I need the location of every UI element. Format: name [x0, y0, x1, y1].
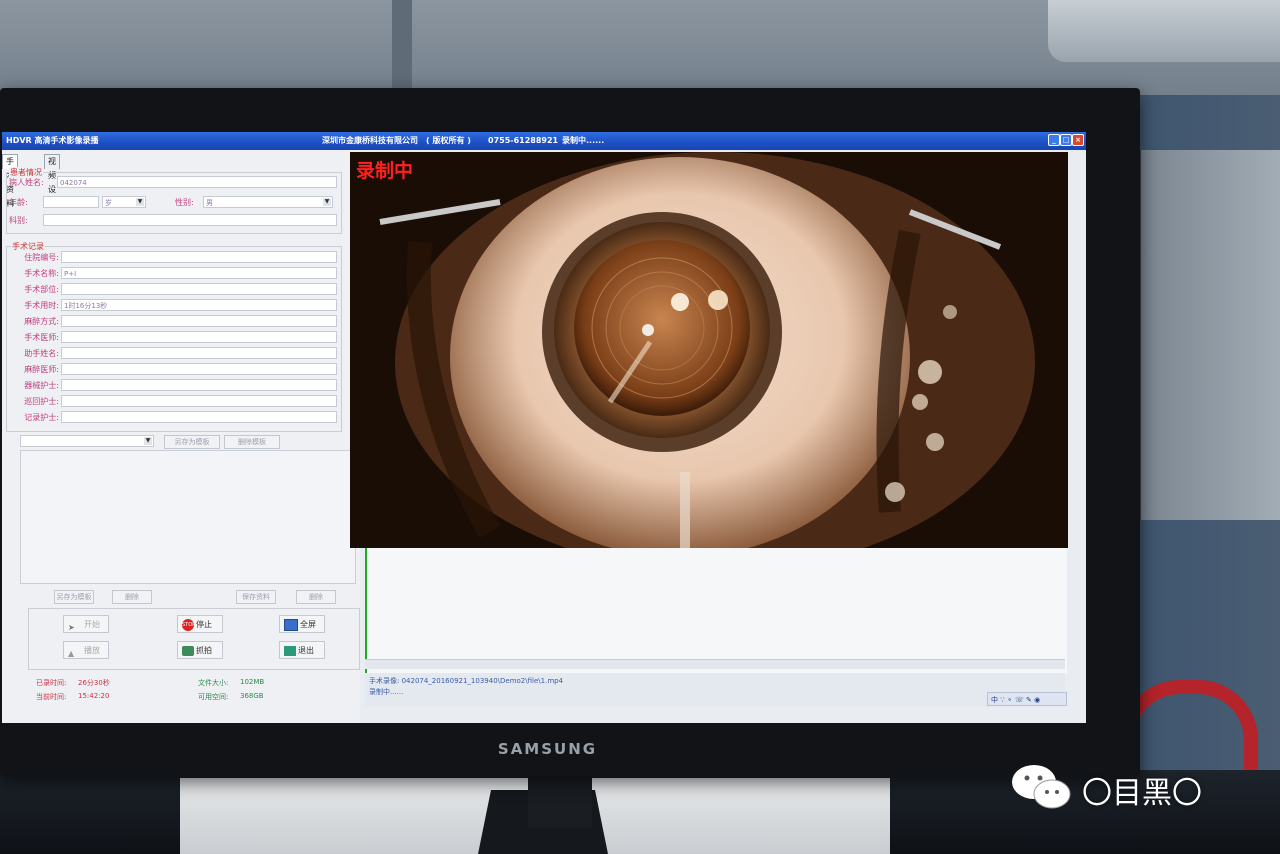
rec-time-label: 已录时间:: [36, 679, 67, 687]
gender-select[interactable]: 男 ▼: [203, 196, 333, 208]
surgery-field-input[interactable]: 1时16分13秒: [61, 299, 337, 311]
rec-time-value: 26分30秒: [78, 679, 110, 687]
surgery-field-label: 手术名称:: [24, 269, 59, 278]
patient-name-field[interactable]: 042074: [57, 176, 337, 188]
surgery-field-input[interactable]: [61, 251, 337, 263]
recording-state: 录制中......: [562, 136, 605, 145]
age-field[interactable]: [43, 196, 99, 208]
surgery-field-label: 手术用时:: [24, 301, 59, 310]
close-button[interactable]: ×: [1072, 134, 1084, 146]
eye-image: [350, 152, 1068, 548]
controls-group: ➤ 开始 STOP停止 全屏 ▲ 播放 抓拍 退出: [28, 608, 360, 670]
surgery-field-input[interactable]: [61, 315, 337, 327]
chevron-down-icon: ▼: [144, 437, 152, 445]
save-info-button[interactable]: 保存资料: [236, 590, 276, 604]
surgery-field-label: 巡回护士:: [24, 397, 59, 406]
surgery-field-label: 助手姓名:: [24, 349, 59, 358]
surgery-field-input[interactable]: [61, 363, 337, 375]
surgery-video-feed[interactable]: 录制中: [350, 152, 1068, 548]
surgery-group-title: 手术记录: [11, 241, 45, 252]
free-space-value: 368GB: [240, 692, 264, 700]
surgery-field-label: 器械护士:: [24, 381, 59, 390]
camera-icon: [182, 645, 194, 656]
surgery-field-label: 麻醉医师:: [24, 365, 59, 374]
delete-template-button[interactable]: 删除模板: [224, 435, 280, 449]
minimize-button[interactable]: _: [1048, 134, 1060, 146]
fullscreen-button[interactable]: 全屏: [279, 615, 325, 633]
age-label: 年龄:: [9, 198, 28, 207]
side-equipment: [1138, 150, 1280, 520]
phone-number: 0755-61288921: [488, 136, 559, 145]
current-time-label: 当前时间:: [36, 693, 67, 701]
gender-value: 男: [206, 199, 213, 207]
ime-toolbar[interactable]: 中 ∵ ⚬ ☏ ✎ ◉: [987, 692, 1067, 706]
horizontal-scrollbar[interactable]: [365, 659, 1065, 669]
capture-button[interactable]: 抓拍: [177, 641, 223, 659]
company-name: 深圳市金康桥科技有限公司: [322, 136, 418, 145]
surgery-field-input[interactable]: [61, 379, 337, 391]
department-field[interactable]: [43, 214, 337, 226]
start-button[interactable]: ➤ 开始: [63, 615, 109, 633]
play-button[interactable]: ▲ 播放: [63, 641, 109, 659]
pillar: [392, 0, 412, 96]
surgery-field-input[interactable]: [61, 347, 337, 359]
maximize-button[interactable]: □: [1060, 134, 1072, 146]
current-time-value: 15:42:20: [78, 692, 110, 700]
monitor-stand-neck: [528, 768, 592, 828]
left-panel: 手术资料 视频设置 患者情况 病人姓名: 042074 年龄: 岁▼ 性别: 男…: [2, 150, 360, 723]
log-panel[interactable]: [365, 548, 1067, 674]
cursor-icon: ➤: [68, 622, 75, 632]
surgery-field-input[interactable]: [61, 411, 337, 423]
surgery-field-label: 记录护士:: [24, 413, 59, 422]
save-as-button[interactable]: 另存为模板: [54, 590, 94, 604]
surgery-field-label: 手术医师:: [24, 333, 59, 342]
surgery-field-label: 手术部位:: [24, 285, 59, 294]
info-bar: 手术录像: 042074_20160921_103940\Demo2\file\…: [365, 673, 1065, 707]
recording-status-line: 录制中......: [369, 688, 404, 696]
surgery-field-input[interactable]: [61, 331, 337, 343]
surgery-field-input[interactable]: [61, 395, 337, 407]
recording-overlay: 录制中: [356, 160, 414, 182]
wechat-icon: [1012, 765, 1071, 809]
exit-button[interactable]: 退出: [279, 641, 325, 659]
chevron-down-icon: ▼: [136, 198, 144, 206]
department-label: 科别:: [9, 216, 28, 225]
gender-label: 性别:: [175, 198, 194, 207]
patient-name-label: 病人姓名:: [9, 178, 44, 187]
notes-area[interactable]: [20, 450, 356, 584]
surgery-field-label: 住院编号:: [24, 253, 59, 262]
surgery-field-input[interactable]: [61, 283, 337, 295]
monitor-icon: [284, 618, 298, 631]
tab-video-settings[interactable]: 视频设置: [44, 154, 60, 208]
delete-button[interactable]: 删除: [112, 590, 152, 604]
save-template-button[interactable]: 另存为模板: [164, 435, 220, 449]
stop-button[interactable]: STOP停止: [177, 615, 223, 633]
monitor-brand: SAMSUNG: [497, 740, 598, 758]
rights-text: ( 版权所有 ): [426, 136, 471, 145]
stop-icon: STOP: [182, 618, 195, 631]
recording-path: 手术录像: 042074_20160921_103940\Demo2\file\…: [369, 677, 564, 685]
surgery-field-label: 麻醉方式:: [24, 317, 59, 326]
ceiling-device: [1048, 0, 1280, 62]
app-title: HDVR 高清手术影像录播: [6, 136, 99, 145]
age-unit-select[interactable]: 岁 ▼: [102, 196, 146, 208]
age-unit-value: 岁: [105, 199, 112, 207]
exit-icon: [284, 645, 296, 656]
delete-info-button[interactable]: 删除: [296, 590, 336, 604]
patient-group: 患者情况 病人姓名: 042074 年龄: 岁 ▼ 性别: 男 ▼ 科别:: [6, 167, 342, 234]
application-window: HDVR 高清手术影像录播 深圳市金康桥科技有限公司 ( 版权所有 ) 0755…: [2, 132, 1086, 723]
chevron-down-icon: ▼: [323, 198, 331, 206]
play-icon: ▲: [68, 648, 75, 658]
surgery-field-input[interactable]: P+I: [61, 267, 337, 279]
file-size-label: 文件大小:: [198, 679, 229, 687]
title-bar: HDVR 高清手术影像录播 深圳市金康桥科技有限公司 ( 版权所有 ) 0755…: [2, 132, 1086, 150]
wechat-watermark: 〇目黑〇: [1010, 762, 1240, 812]
template-select[interactable]: ▼: [20, 435, 154, 447]
file-size-value: 102MB: [240, 678, 265, 686]
surgery-group: 手术记录 住院编号: 手术名称: P+I 手术部位: 手术用时: 1时16分13…: [6, 241, 342, 432]
free-space-label: 可用空间:: [198, 693, 229, 701]
watermark-text: 〇目黑〇: [1082, 776, 1202, 811]
